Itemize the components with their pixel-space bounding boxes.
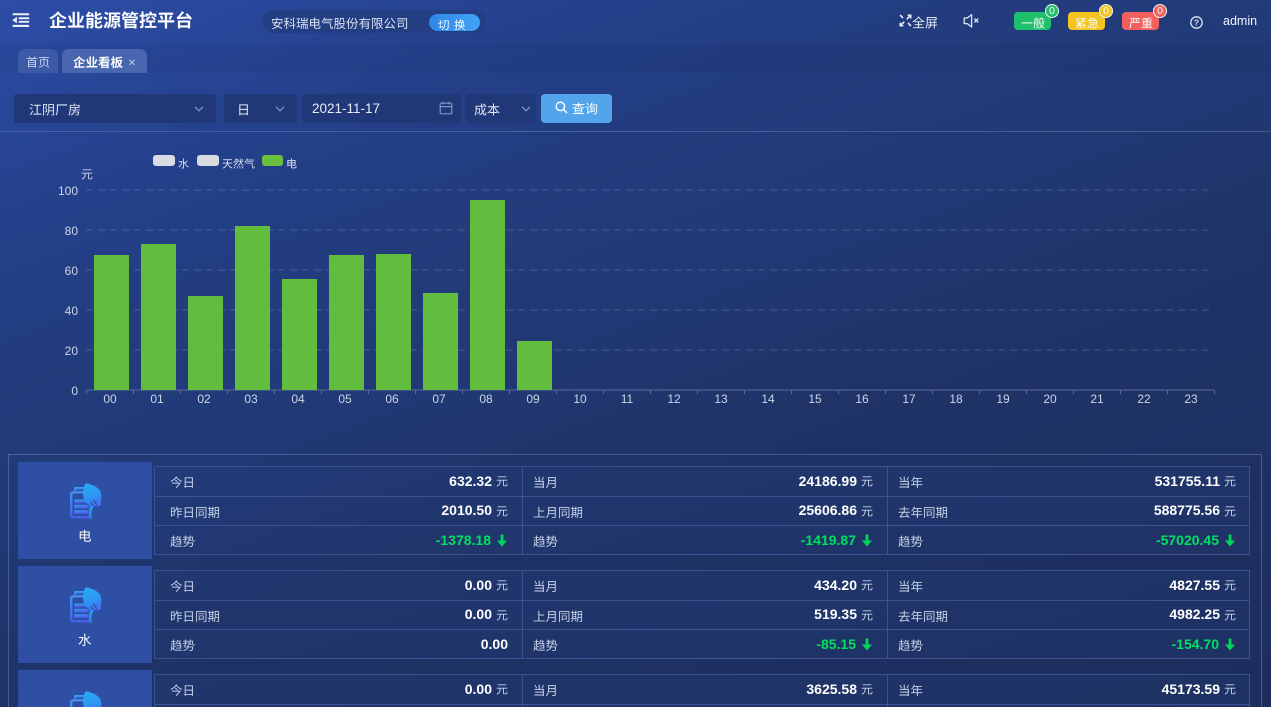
- svg-text:?: ?: [1193, 17, 1198, 27]
